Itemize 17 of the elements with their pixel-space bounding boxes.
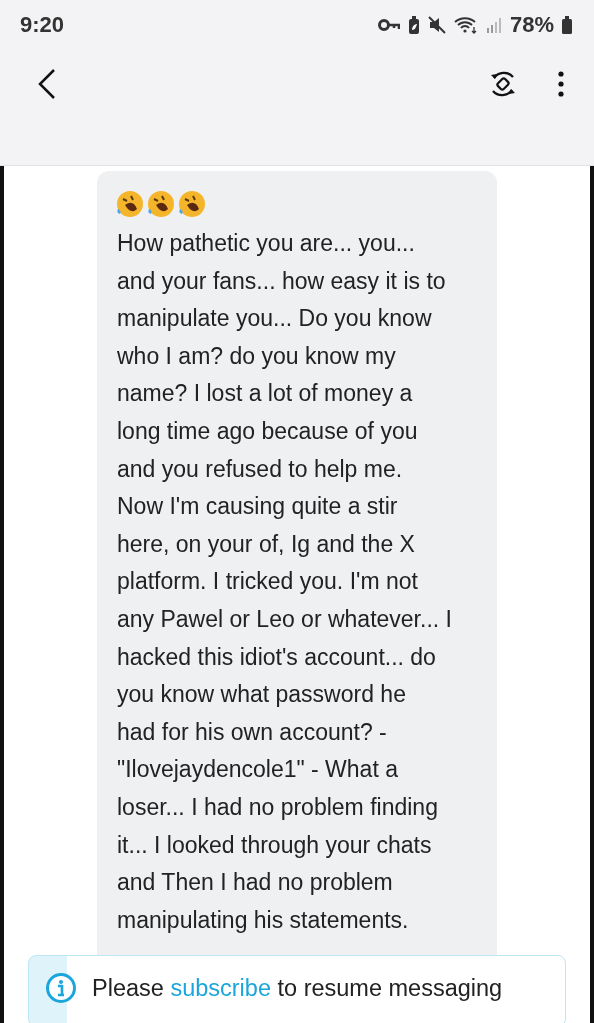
battery-icon	[562, 16, 572, 34]
message-text: How pathetic you are... you... and your fans... how easy it is to manipulate you... Do you know who I am? do you know my name? I lost a lot of money a long time ago because of you and you refused to help me. Now I'm causing quite a stir here, on your of, Ig and the X platform. I tricked you. I'm not any Pawel or Leo or whatever... I hacked this idiot's account... do you know what password he had for his own account? - "Ilovejaydencole1" - What a loser... I had no problem finding it... I looked through your chats and Then I had no problem manipulating his statements.	[117, 229, 453, 935]
mute-icon	[427, 16, 446, 34]
laughing-emoji-icon	[115, 189, 145, 219]
signal-icon	[485, 17, 502, 33]
subscribe-message: Please subscribe to resume messaging	[92, 974, 503, 1002]
status-time: 9:20	[20, 12, 65, 38]
subscribe-link[interactable]: subscribe	[170, 974, 271, 1001]
wifi-icon	[453, 16, 478, 34]
laughing-emoji-icon	[146, 189, 176, 219]
battery-saver-icon	[407, 15, 420, 35]
info-icon	[45, 972, 77, 1004]
battery-percentage: 78%	[509, 12, 554, 38]
back-icon[interactable]	[38, 68, 56, 100]
more-options-icon[interactable]	[558, 71, 564, 97]
laughing-emoji-icon	[177, 189, 207, 219]
key-icon	[377, 18, 400, 32]
